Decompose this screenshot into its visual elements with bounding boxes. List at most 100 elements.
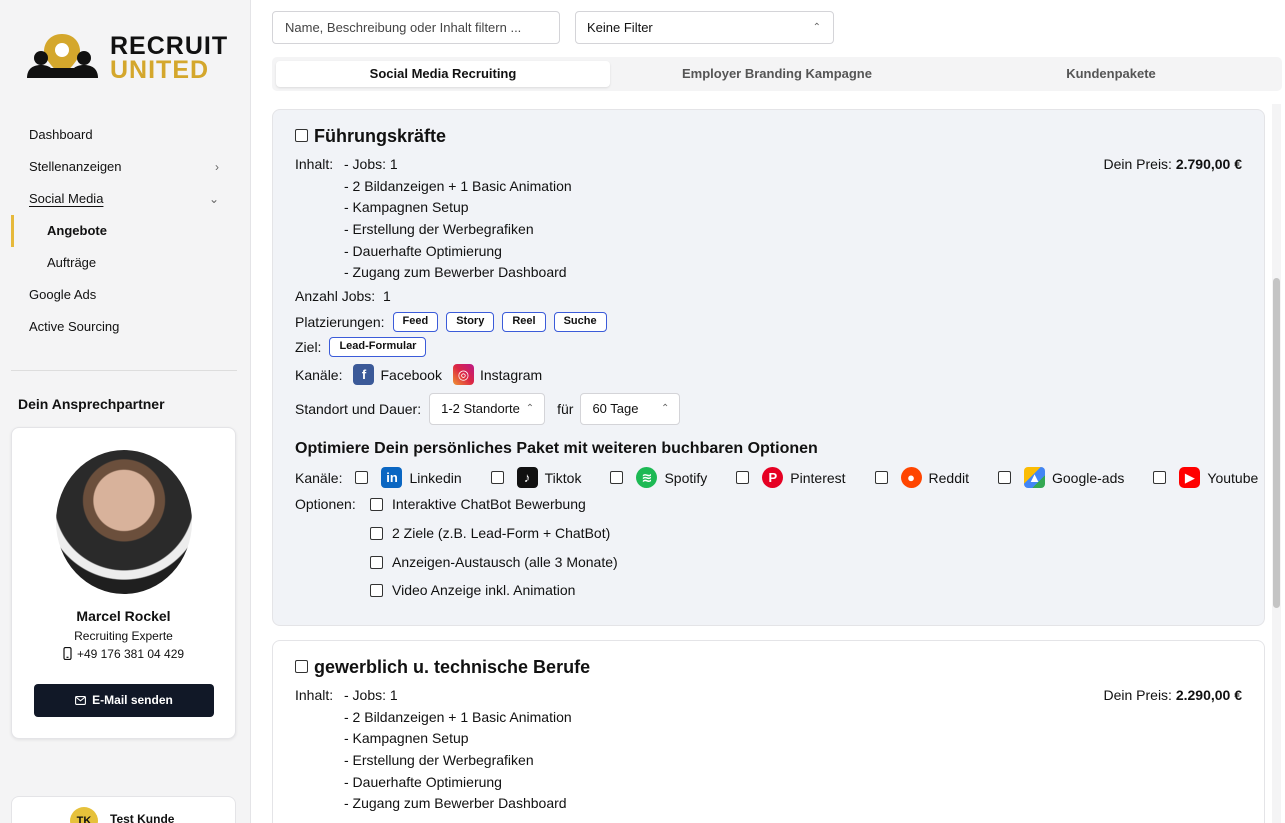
chevron-updown-icon: ⌃ (812, 22, 821, 33)
option-item[interactable]: Interaktive ChatBot Bewerbung (370, 496, 586, 512)
channel-name: Reddit (928, 469, 969, 486)
sidebar-item-angebote[interactable]: Angebote (0, 215, 251, 247)
tiktok-icon: ♪ (516, 467, 538, 488)
option-item[interactable]: 2 Ziele (z.B. Lead-Form + ChatBot) (370, 525, 610, 541)
linkedin-checkbox[interactable] (355, 471, 369, 484)
jobs-row: Anzahl Jobs: 1 (295, 288, 391, 304)
offer-title[interactable]: Führungskräfte (295, 126, 446, 147)
goal-row: Ziel: Lead-Formular (295, 337, 427, 357)
channel-instagram: ◎ Instagram (452, 364, 542, 385)
reddit-checkbox[interactable] (874, 471, 888, 484)
offer-title-text: gewerblich u. technische Berufe (314, 657, 591, 677)
duration-select[interactable]: 60 Tage ⌃ (580, 393, 681, 425)
options-label: Optionen: (295, 496, 356, 512)
sidebar-item-active-sourcing[interactable]: Active Sourcing (0, 311, 251, 343)
option-item[interactable]: Video Anzeige inkl. Animation (370, 582, 575, 598)
tab-social-media-recruiting[interactable]: Social Media Recruiting (276, 61, 610, 87)
recruit-united-logo[interactable]: RECRUIT UNITED (24, 30, 234, 84)
sidebar-item-auftraege[interactable]: Aufträge (0, 247, 251, 279)
search-input[interactable] (272, 11, 560, 44)
list-item: - Kampagnen Setup (344, 199, 469, 216)
option-label: Interaktive ChatBot Bewerbung (392, 496, 586, 512)
scrollbar-thumb[interactable] (1273, 278, 1280, 608)
placement-badge: Reel (502, 312, 546, 332)
google-ads-checkbox[interactable] (998, 471, 1011, 484)
sidebar-item-social-media[interactable]: Social Media ⌄ (0, 183, 251, 215)
for-label: für (557, 401, 574, 417)
extra-channel-google-ads[interactable]: ▲ Google-ads (998, 467, 1124, 488)
list-item: - Erstellung der Werbegrafiken (344, 752, 534, 769)
scrollbar[interactable] (1272, 104, 1281, 823)
pinterest-checkbox[interactable] (736, 471, 750, 484)
offer-card: gewerblich u. technische Berufe Inhalt: … (272, 640, 1265, 823)
option-checkbox[interactable] (370, 583, 383, 597)
extra-channel-tiktok[interactable]: ♪ Tiktok (490, 467, 581, 488)
goal-badge: Lead-Formular (329, 337, 427, 357)
youtube-icon: ▶ (1179, 467, 1201, 488)
tab-kundenpakete[interactable]: Kundenpakete (944, 61, 1278, 87)
mail-icon (75, 696, 87, 705)
offer-title[interactable]: gewerblich u. technische Berufe (295, 657, 590, 678)
google-ads-icon: ▲ (1024, 467, 1045, 488)
user-avatar: TK (70, 807, 98, 823)
sidebar-item-google-ads[interactable]: Google Ads (0, 279, 251, 311)
extra-channels-row: Kanäle: in Linkedin ♪ Tiktok ≋ Spotify P Pin… (295, 467, 1258, 488)
goal-label: Ziel: (295, 339, 322, 355)
contact-role: Recruiting Experte (74, 629, 173, 643)
option-checkbox[interactable] (370, 526, 383, 540)
placement-badge: Feed (392, 312, 439, 332)
list-item: - Dauerhafte Optimierung (344, 242, 502, 259)
sidebar-item-stellenanzeigen[interactable]: Stellenanzeigen › (0, 151, 251, 183)
channel-name: Facebook (380, 366, 442, 383)
placement-badge: Story (446, 312, 495, 332)
contact-card: Marcel Rockel Recruiting Experte +49 176… (11, 427, 236, 739)
tab-employer-branding[interactable]: Employer Branding Kampagne (610, 61, 944, 87)
location-select-value: 1-2 Standorte (441, 401, 520, 416)
option-checkbox[interactable] (370, 497, 383, 511)
user-name: Test Kunde (110, 812, 175, 823)
facebook-icon: f (353, 364, 375, 385)
offer-select-checkbox[interactable] (295, 128, 308, 142)
list-item: - 2 Bildanzeigen + 1 Basic Animation (344, 177, 572, 194)
sidebar-item-label: Dashboard (29, 127, 93, 142)
placements-row: Platzierungen: Feed Story Reel Suche (295, 312, 607, 332)
duration-select-value: 60 Tage (592, 401, 639, 416)
option-item[interactable]: Anzeigen-Austausch (alle 3 Monate) (370, 554, 618, 570)
price-label: Dein Preis: (1103, 156, 1172, 172)
sidebar-item-label: Social Media (29, 191, 104, 206)
option-label: 2 Ziele (z.B. Lead-Form + ChatBot) (392, 525, 611, 541)
contact-phone-number: +49 176 381 04 429 (76, 647, 185, 661)
sidebar-item-dashboard[interactable]: Dashboard (0, 119, 251, 151)
chevron-updown-icon: ⌃ (525, 403, 535, 414)
location-select[interactable]: 1-2 Standorte ⌃ (429, 393, 546, 425)
price: Dein Preis: 2.790,00 € (1103, 156, 1242, 172)
phone-icon (63, 646, 72, 661)
option-checkbox[interactable] (370, 555, 383, 569)
channel-name: Youtube (1207, 469, 1259, 486)
sidebar-item-label: Active Sourcing (29, 319, 120, 334)
optimize-title: Optimiere Dein persönliches Paket mit we… (295, 440, 818, 457)
extra-channel-youtube[interactable]: ▶ Youtube (1153, 467, 1258, 488)
spotify-checkbox[interactable] (610, 471, 624, 484)
inhalt-list: - Jobs: 1 - 2 Bildanzeigen + 1 Basic Ani… (344, 156, 572, 286)
inhalt-label: Inhalt: (295, 687, 334, 703)
channel-name: Linkedin (409, 469, 462, 486)
extra-channel-reddit[interactable]: ● Reddit (874, 467, 969, 488)
extra-channel-linkedin[interactable]: in Linkedin (355, 467, 462, 488)
channels-label: Kanäle: (295, 366, 343, 383)
location-label: Standort und Dauer: (295, 401, 422, 417)
user-card[interactable]: TK Test Kunde (11, 796, 236, 823)
extra-channel-spotify[interactable]: ≋ Spotify (610, 467, 707, 488)
filter-select[interactable]: Keine Filter ⌃ (575, 11, 834, 44)
inhalt-label: Inhalt: (295, 156, 334, 172)
logo-text-united: UNITED (110, 56, 210, 84)
email-send-button[interactable]: E-Mail senden (34, 684, 214, 717)
youtube-checkbox[interactable] (1153, 471, 1167, 484)
offer-select-checkbox[interactable] (295, 659, 308, 673)
option-label: Video Anzeige inkl. Animation (392, 582, 576, 598)
placements-label: Platzierungen: (295, 314, 385, 330)
extra-channel-pinterest[interactable]: P Pinterest (736, 467, 846, 488)
contact-phone[interactable]: +49 176 381 04 429 (12, 646, 235, 661)
chevron-updown-icon: ⌃ (661, 403, 670, 414)
tiktok-checkbox[interactable] (490, 471, 504, 484)
